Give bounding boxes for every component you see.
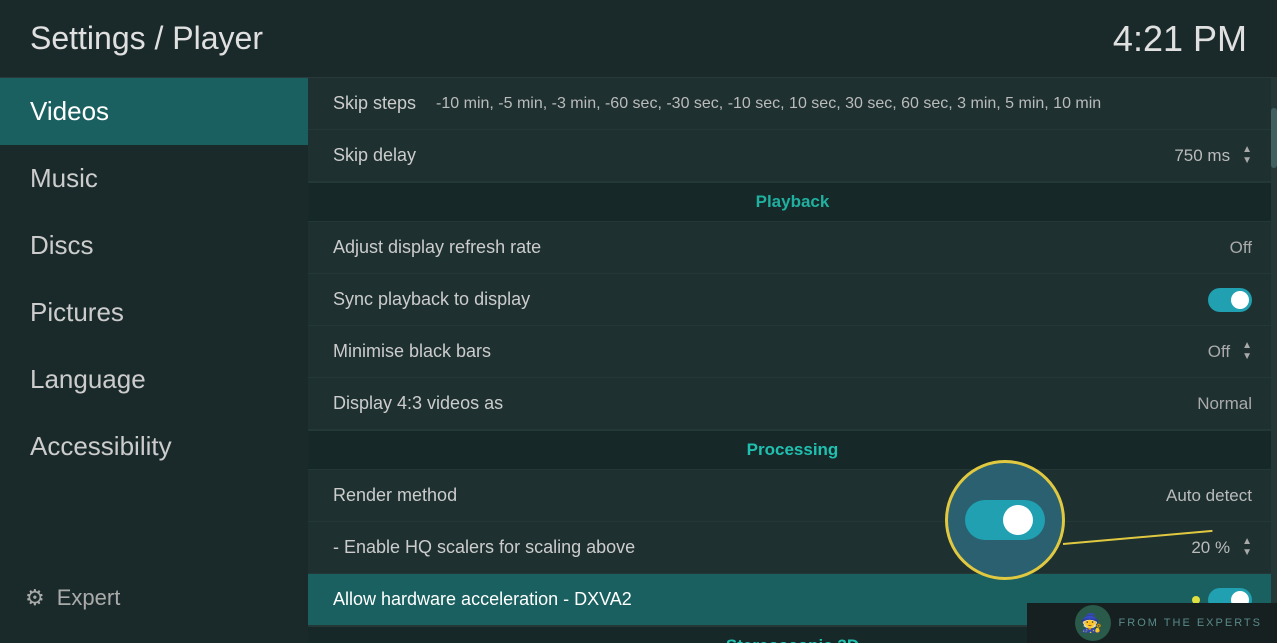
sidebar-item-pictures[interactable]: Pictures <box>0 279 308 346</box>
minimise-bars-value: Off <box>1208 342 1230 362</box>
clock: 4:21 PM <box>1113 18 1247 60</box>
hq-scalers-control[interactable]: 20 % ▲ ▼ <box>1191 537 1252 558</box>
watermark-icon: 🧙 <box>1075 605 1111 641</box>
header: Settings / Player 4:21 PM <box>0 0 1277 78</box>
skip-delay-value: 750 ms <box>1174 146 1230 166</box>
chevron-up-icon: ▲ <box>1242 145 1252 155</box>
sidebar-item-videos[interactable]: Videos <box>0 78 308 145</box>
chevron-up-icon: ▲ <box>1242 537 1252 547</box>
toggle-magnified-inner <box>965 500 1045 540</box>
chevron-down-icon: ▼ <box>1242 548 1252 558</box>
skip-steps-label: Skip steps <box>333 93 416 114</box>
sync-playback-label: Sync playback to display <box>333 289 1208 310</box>
skip-delay-row: Skip delay 750 ms ▲ ▼ <box>308 130 1277 182</box>
display-43-value: Normal <box>1197 394 1252 414</box>
minimise-bars-label: Minimise black bars <box>333 341 1208 362</box>
sync-playback-row: Sync playback to display <box>308 274 1277 326</box>
toggle-magnified-overlay <box>945 460 1065 580</box>
hq-scalers-value: 20 % <box>1191 538 1230 558</box>
expert-button[interactable]: ⚙ Expert <box>0 573 308 623</box>
hq-scalers-row: - Enable HQ scalers for scaling above 20… <box>308 522 1277 574</box>
watermark: 🧙 FROM THE EXPERTS <box>1027 603 1277 643</box>
sidebar-item-accessibility[interactable]: Accessibility <box>0 413 308 480</box>
hq-scalers-label: - Enable HQ scalers for scaling above <box>333 537 1191 558</box>
gear-icon: ⚙ <box>25 585 45 611</box>
chevron-down-icon: ▼ <box>1242 156 1252 166</box>
sidebar: Videos Music Discs Pictures Language Acc… <box>0 78 308 643</box>
processing-section-header: Processing <box>308 430 1277 470</box>
adjust-display-row: Adjust display refresh rate Off <box>308 222 1277 274</box>
sidebar-item-music[interactable]: Music <box>0 145 308 212</box>
skip-delay-control[interactable]: 750 ms ▲ ▼ <box>1174 145 1252 166</box>
scrollbar[interactable] <box>1271 78 1277 643</box>
chevron-down-icon: ▼ <box>1242 352 1252 362</box>
minimise-bars-chevrons: ▲ ▼ <box>1242 341 1252 362</box>
scrollbar-thumb <box>1271 108 1277 168</box>
skip-delay-label: Skip delay <box>333 145 1174 166</box>
render-method-value: Auto detect <box>1166 486 1252 506</box>
chevron-up-icon: ▲ <box>1242 341 1252 351</box>
minimise-bars-row: Minimise black bars Off ▲ ▼ <box>308 326 1277 378</box>
skip-delay-chevrons: ▲ ▼ <box>1242 145 1252 166</box>
hq-scalers-chevrons: ▲ ▼ <box>1242 537 1252 558</box>
sidebar-item-discs[interactable]: Discs <box>0 212 308 279</box>
skip-steps-row: Skip steps -10 min, -5 min, -3 min, -60 … <box>308 78 1277 130</box>
sidebar-item-language[interactable]: Language <box>0 346 308 413</box>
render-method-row: Render method Auto detect <box>308 470 1277 522</box>
display-43-label: Display 4:3 videos as <box>333 393 1197 414</box>
adjust-display-label: Adjust display refresh rate <box>333 237 1230 258</box>
minimise-bars-control[interactable]: Off ▲ ▼ <box>1208 341 1252 362</box>
sync-playback-toggle[interactable] <box>1208 288 1252 312</box>
playback-section-header: Playback <box>308 182 1277 222</box>
display-43-row: Display 4:3 videos as Normal <box>308 378 1277 430</box>
watermark-text: FROM THE EXPERTS <box>1119 617 1262 629</box>
adjust-display-value: Off <box>1230 238 1252 258</box>
main-content: Skip steps -10 min, -5 min, -3 min, -60 … <box>308 78 1277 643</box>
skip-steps-value: -10 min, -5 min, -3 min, -60 sec, -30 se… <box>436 95 1101 113</box>
page-title: Settings / Player <box>30 20 263 57</box>
